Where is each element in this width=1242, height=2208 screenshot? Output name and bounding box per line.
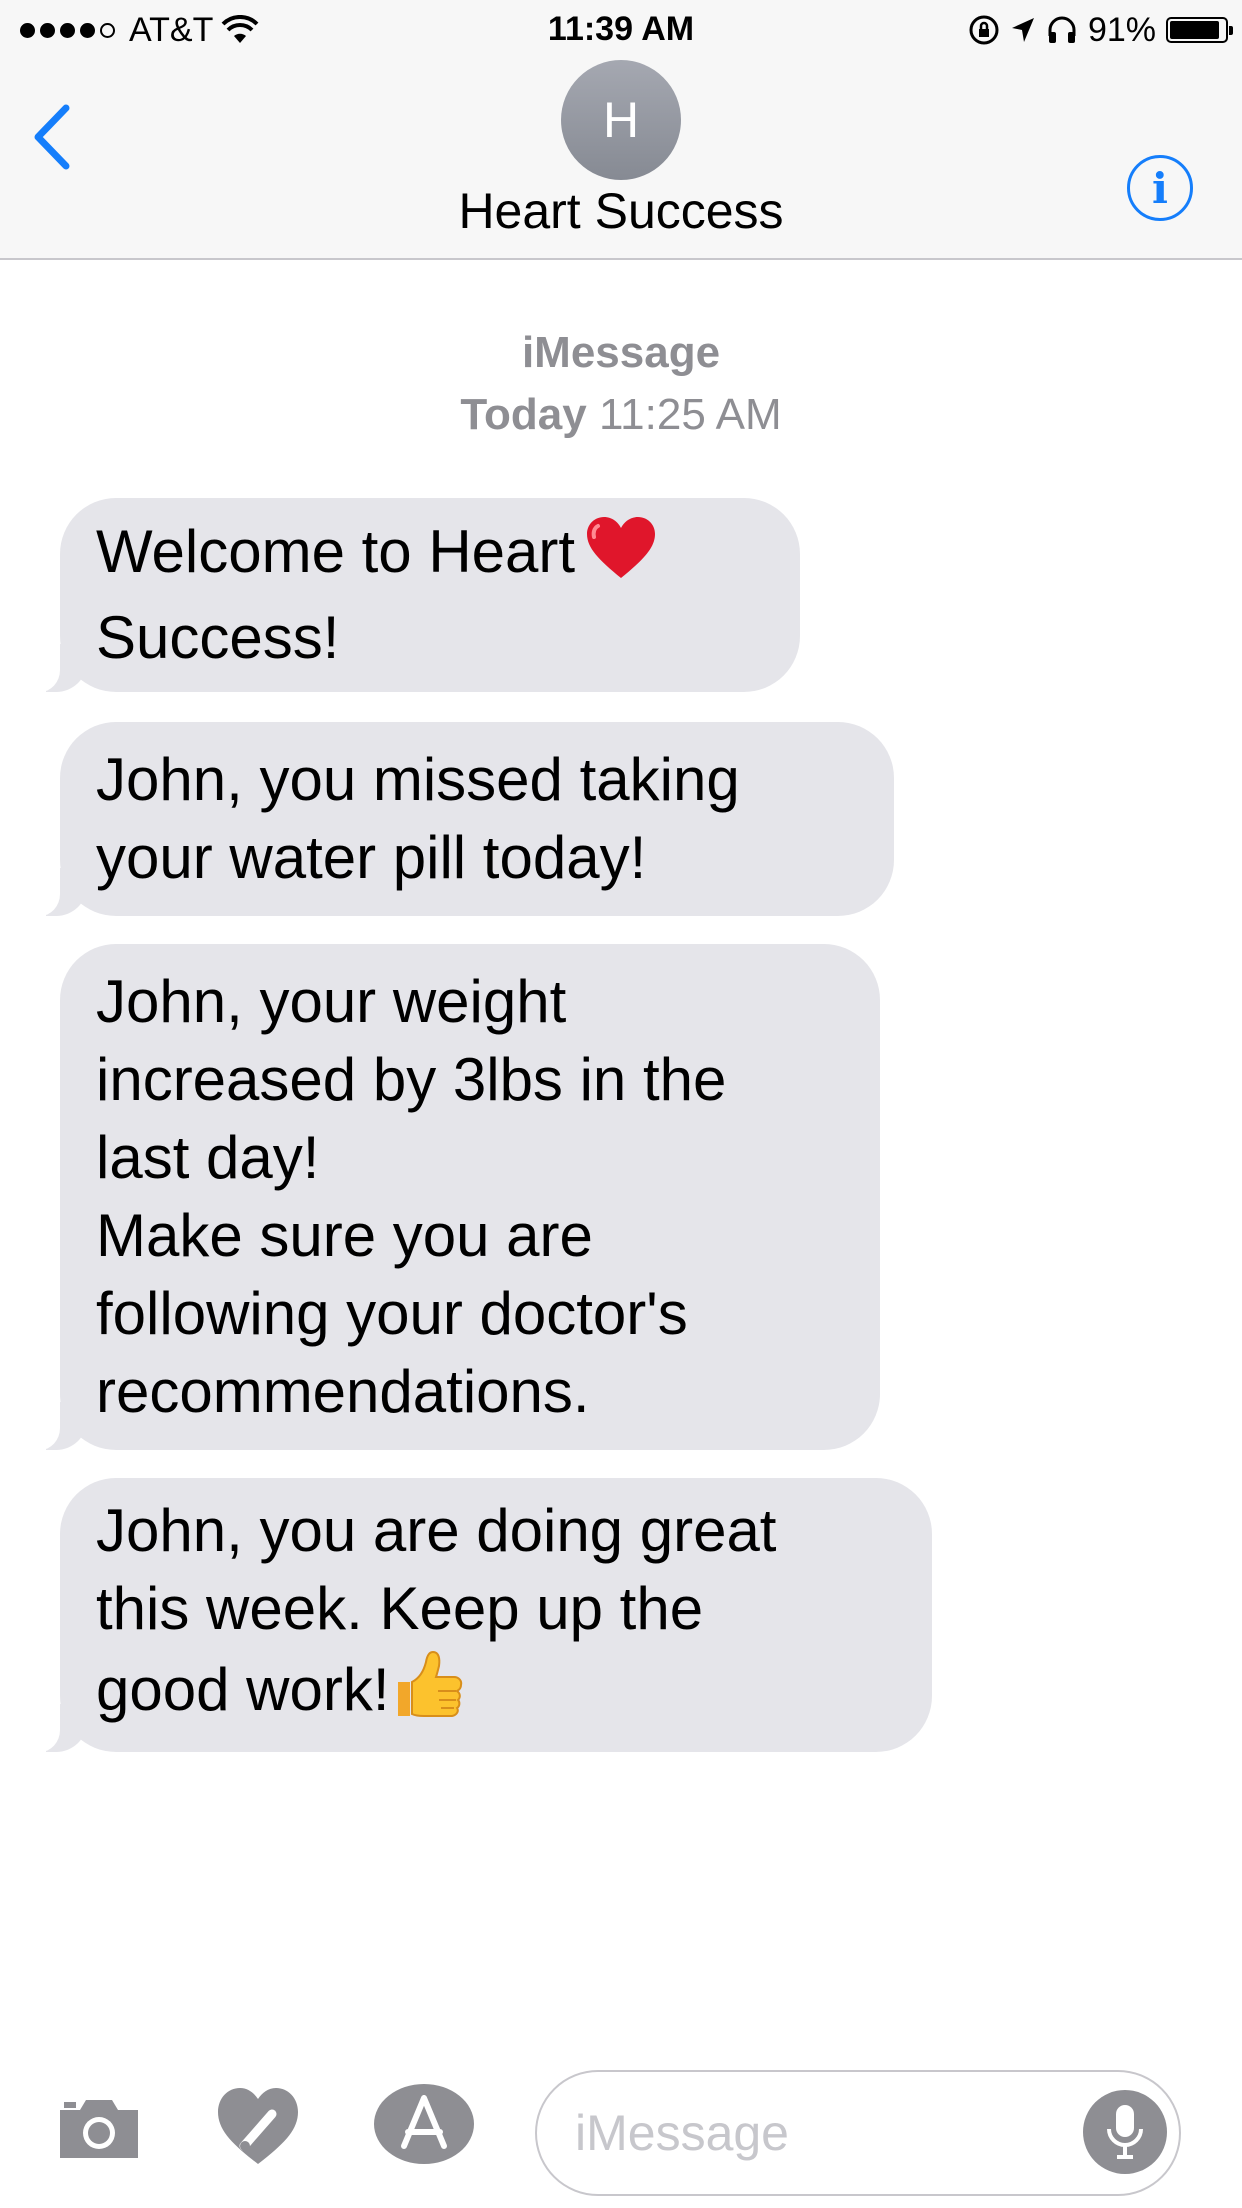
conversation-service-label: iMessage [521, 328, 721, 377]
rotation-lock-icon [969, 15, 999, 45]
battery-icon [1166, 17, 1233, 43]
digital-touch-icon [218, 2088, 298, 2164]
status-bar: AT&T 11:39 AM 91% [0, 0, 1242, 60]
camera-button[interactable] [56, 2096, 142, 2165]
message-text: your water pill today! [96, 824, 647, 891]
message-text: John, your weight [96, 968, 567, 1035]
message-text: John, you are doing great [96, 1496, 777, 1564]
message-text: following your doctor's [96, 1280, 688, 1347]
timestamp-time: 11:25 AM [598, 390, 782, 439]
status-right: 91% [968, 10, 1233, 50]
timestamp-day: Today [460, 390, 587, 439]
chevron-left-icon [34, 104, 70, 170]
back-button[interactable] [30, 92, 90, 182]
microphone-icon [1107, 2105, 1143, 2159]
message-text: Welcome to Heart [96, 518, 576, 585]
conversation-timestamp: Today 11:25 AM [0, 390, 1242, 440]
message-input-field[interactable] [535, 2070, 1181, 2196]
info-icon: i [1152, 163, 1168, 213]
contact-avatar[interactable]: H [561, 60, 681, 180]
message-text: good work! [96, 1655, 390, 1723]
avatar-initial: H [602, 92, 640, 148]
contact-name[interactable]: Heart Success [0, 182, 1242, 240]
message-text: Success! [96, 604, 340, 671]
message-text: last day! [96, 1124, 320, 1191]
message-text: this week. Keep up the [96, 1574, 704, 1642]
message-text: John, you missed taking [96, 746, 740, 813]
location-arrow-icon [1011, 18, 1034, 42]
message-bubble-2[interactable]: John, you missed taking your water pill … [32, 722, 894, 916]
info-button[interactable]: i [1127, 155, 1193, 221]
red-heart-emoji [585, 516, 657, 599]
message-text: Make sure you are [96, 1202, 593, 1269]
message-input[interactable] [573, 2092, 1037, 2174]
app-store-icon [374, 2084, 474, 2164]
battery-level-fill [1170, 21, 1220, 39]
thumbs-up-emoji [392, 1648, 464, 1739]
battery-percentage: 91% [1087, 10, 1156, 49]
message-composer-bar [0, 2040, 1242, 2208]
message-bubble-1[interactable]: Welcome to Heart Success! [32, 498, 800, 692]
camera-icon [60, 2100, 138, 2158]
message-bubble-4[interactable]: John, you are doing great this week. Kee… [32, 1478, 932, 1752]
app-store-button[interactable] [372, 2082, 476, 2171]
headphones-icon [1048, 16, 1076, 43]
message-text: recommendations. [96, 1358, 590, 1425]
conversation-header: H Heart Success i [0, 60, 1242, 260]
message-text: increased by 3lbs in the [96, 1046, 727, 1113]
digital-touch-button[interactable] [214, 2084, 302, 2173]
message-bubble-3[interactable]: John, your weight increased by 3lbs in t… [32, 944, 880, 1450]
microphone-button[interactable] [1083, 2090, 1167, 2174]
